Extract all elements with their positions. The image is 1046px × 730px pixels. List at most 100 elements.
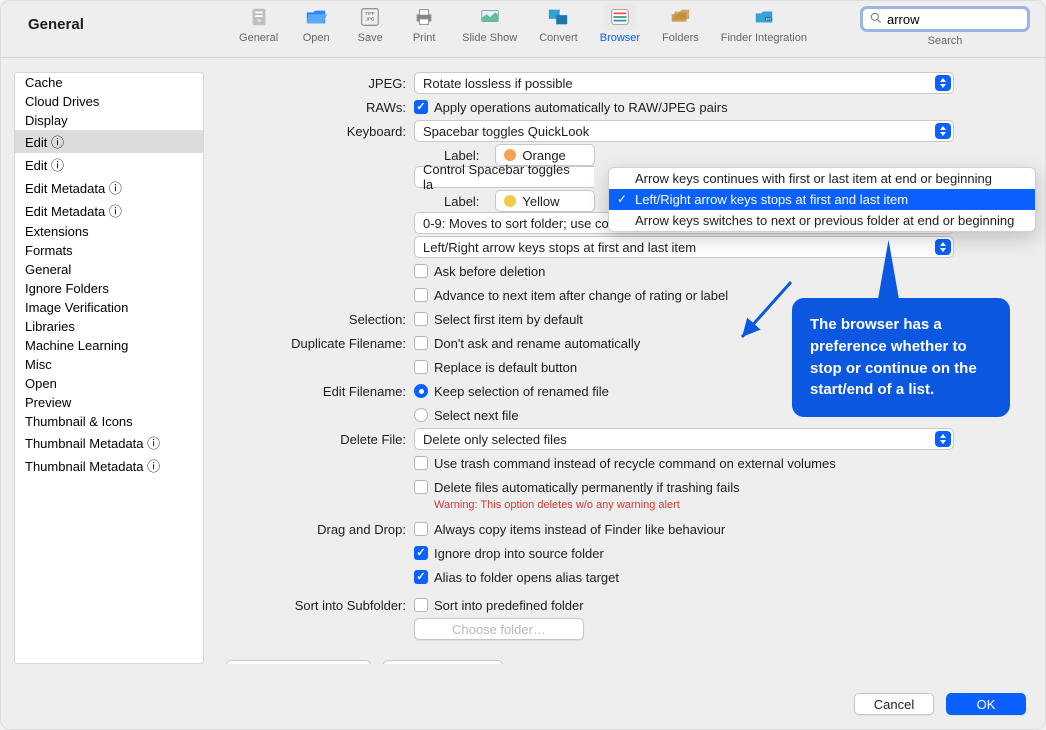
tab-label: Folders	[662, 32, 699, 44]
sidebar-item-edit-metadata[interactable]: Edit Metadata ⓘ	[15, 176, 203, 199]
search-label: Search	[928, 35, 963, 47]
preferences-window: General General Open TIFFJPG Save Print …	[0, 0, 1046, 730]
tab-slideshow[interactable]: Slide Show	[458, 2, 521, 46]
sidebar-item-machine-learning[interactable]: Machine Learning	[15, 336, 203, 355]
checkbox-select-first[interactable]	[414, 312, 428, 326]
ok-button[interactable]: OK	[946, 693, 1026, 715]
choose-folder-button[interactable]: Choose folder…	[414, 618, 584, 640]
tab-print[interactable]: Print	[404, 2, 444, 46]
search-area: ✕ Search	[860, 6, 1030, 47]
warning-text: Warning: This option deletes w/o any war…	[434, 499, 680, 511]
last-values-button[interactable]: Last Values	[383, 660, 503, 664]
row-keyboard: Keyboard: Spacebar toggles QuickLook	[218, 120, 1032, 142]
checkbox-delete-permanently[interactable]	[414, 480, 428, 494]
sidebar-item-edit-2[interactable]: Edit ⓘ	[15, 153, 203, 176]
search-input[interactable]	[887, 12, 1046, 27]
tab-label: Print	[413, 32, 436, 44]
select-delete-file[interactable]: Delete only selected files	[414, 428, 954, 450]
row-ask-before-deletion: Ask before deletion	[218, 260, 1032, 282]
slideshow-icon	[474, 4, 506, 30]
label-sort-subfolder: Sort into Subfolder:	[218, 598, 414, 613]
tab-open[interactable]: Open	[296, 2, 336, 46]
sidebar-item-thumbnail-metadata[interactable]: Thumbnail Metadata ⓘ	[15, 431, 203, 454]
cancel-button[interactable]: Cancel	[854, 693, 934, 715]
checkbox-ask-before-deletion[interactable]	[414, 264, 428, 278]
checkbox-use-trash[interactable]	[414, 456, 428, 470]
yellow-swatch-icon	[504, 195, 516, 207]
tab-general[interactable]: General	[235, 2, 282, 46]
checkbox-ignore-drop[interactable]	[414, 546, 428, 560]
tab-label: General	[239, 32, 278, 44]
restore-row: Restore to Defaults Last Values	[218, 660, 1032, 664]
checkbox-dont-ask-rename[interactable]	[414, 336, 428, 350]
tab-label: Browser	[600, 32, 640, 44]
sidebar-item-cache[interactable]: Cache	[15, 73, 203, 92]
row-delete-file: Delete File: Delete only selected files	[218, 428, 1032, 450]
tab-label: Slide Show	[462, 32, 517, 44]
label-raws: RAWs:	[218, 100, 414, 115]
sidebar[interactable]: Cache Cloud Drives Display Edit ⓘ Edit ⓘ…	[14, 72, 204, 664]
chevron-updown-icon	[935, 75, 951, 91]
radio-keep-selection[interactable]	[414, 384, 428, 398]
search-box[interactable]: ✕	[860, 6, 1030, 32]
chevron-updown-icon	[935, 239, 951, 255]
checkbox-label: Apply operations automatically to RAW/JP…	[434, 100, 728, 115]
sidebar-item-extensions[interactable]: Extensions	[15, 222, 203, 241]
tab-label: Save	[358, 32, 383, 44]
sidebar-item-image-verification[interactable]: Image Verification	[15, 298, 203, 317]
sidebar-item-open[interactable]: Open	[15, 374, 203, 393]
folders-icon	[664, 4, 696, 30]
sidebar-item-cloud-drives[interactable]: Cloud Drives	[15, 92, 203, 111]
checkbox-alias-target[interactable]	[414, 570, 428, 584]
convert-icon	[542, 4, 574, 30]
label-drag-and-drop: Drag and Drop:	[218, 522, 414, 537]
restore-defaults-button[interactable]: Restore to Defaults	[226, 660, 371, 664]
checkbox-replace-default[interactable]	[414, 360, 428, 374]
tab-browser[interactable]: Browser	[596, 2, 644, 46]
svg-text:JPG: JPG	[366, 17, 375, 22]
row-sort-into-subfolder: Sort into Subfolder: Sort into predefine…	[218, 594, 1032, 616]
radio-select-next[interactable]	[414, 408, 428, 422]
checkbox-sort-predefined[interactable]	[414, 598, 428, 612]
sidebar-item-misc[interactable]: Misc	[15, 355, 203, 374]
select-keyboard-1[interactable]: Spacebar toggles QuickLook	[414, 120, 954, 142]
dropdown-option-0[interactable]: Arrow keys continues with first or last …	[609, 168, 1035, 189]
tab-label: Finder Integration	[721, 32, 807, 44]
arrow-keys-dropdown[interactable]: Arrow keys continues with first or last …	[608, 167, 1036, 232]
select-keyboard-2[interactable]: Control Spacebar toggles la	[414, 166, 594, 188]
checkbox-always-copy[interactable]	[414, 522, 428, 536]
open-icon	[300, 4, 332, 30]
row-keyboard-4: Left/Right arrow keys stops at first and…	[218, 236, 1032, 258]
dropdown-option-2[interactable]: Arrow keys switches to next or previous …	[609, 210, 1035, 231]
sidebar-item-edit-metadata-2[interactable]: Edit Metadata ⓘ	[15, 199, 203, 222]
sidebar-item-preview[interactable]: Preview	[15, 393, 203, 412]
sidebar-item-formats[interactable]: Formats	[15, 241, 203, 260]
checkbox-raws-apply[interactable]	[414, 100, 428, 114]
search-icon	[869, 11, 883, 28]
sidebar-item-general[interactable]: General	[15, 260, 203, 279]
chevron-updown-icon	[935, 123, 951, 139]
tab-save[interactable]: TIFFJPG Save	[350, 2, 390, 46]
sidebar-item-thumbnail-metadata-2[interactable]: Thumbnail Metadata ⓘ	[15, 454, 203, 477]
sidebar-item-ignore-folders[interactable]: Ignore Folders	[15, 279, 203, 298]
tab-finder-integration[interactable]: EXT Finder Integration	[717, 2, 811, 46]
sidebar-item-thumbnail-icons[interactable]: Thumbnail & Icons	[15, 412, 203, 431]
sidebar-item-libraries[interactable]: Libraries	[15, 317, 203, 336]
label-delete-file: Delete File:	[218, 432, 414, 447]
label-edit-filename: Edit Filename:	[218, 384, 414, 399]
label-jpeg: JPEG:	[218, 76, 414, 91]
svg-text:TIFF: TIFF	[365, 11, 375, 16]
checkbox-advance-next[interactable]	[414, 288, 428, 302]
tab-label: Convert	[539, 32, 578, 44]
select-label-yellow[interactable]: Yellow	[495, 190, 595, 212]
sidebar-item-edit[interactable]: Edit ⓘ	[15, 130, 203, 153]
sidebar-item-display[interactable]: Display	[15, 111, 203, 130]
finder-integration-icon: EXT	[748, 4, 780, 30]
row-drag-and-drop: Drag and Drop: Always copy items instead…	[218, 518, 1032, 540]
print-icon	[408, 4, 440, 30]
dropdown-option-1[interactable]: Left/Right arrow keys stops at first and…	[609, 189, 1035, 210]
select-jpeg[interactable]: Rotate lossless if possible	[414, 72, 954, 94]
tab-convert[interactable]: Convert	[535, 2, 582, 46]
label-keyboard: Keyboard:	[218, 124, 414, 139]
tab-folders[interactable]: Folders	[658, 2, 703, 46]
